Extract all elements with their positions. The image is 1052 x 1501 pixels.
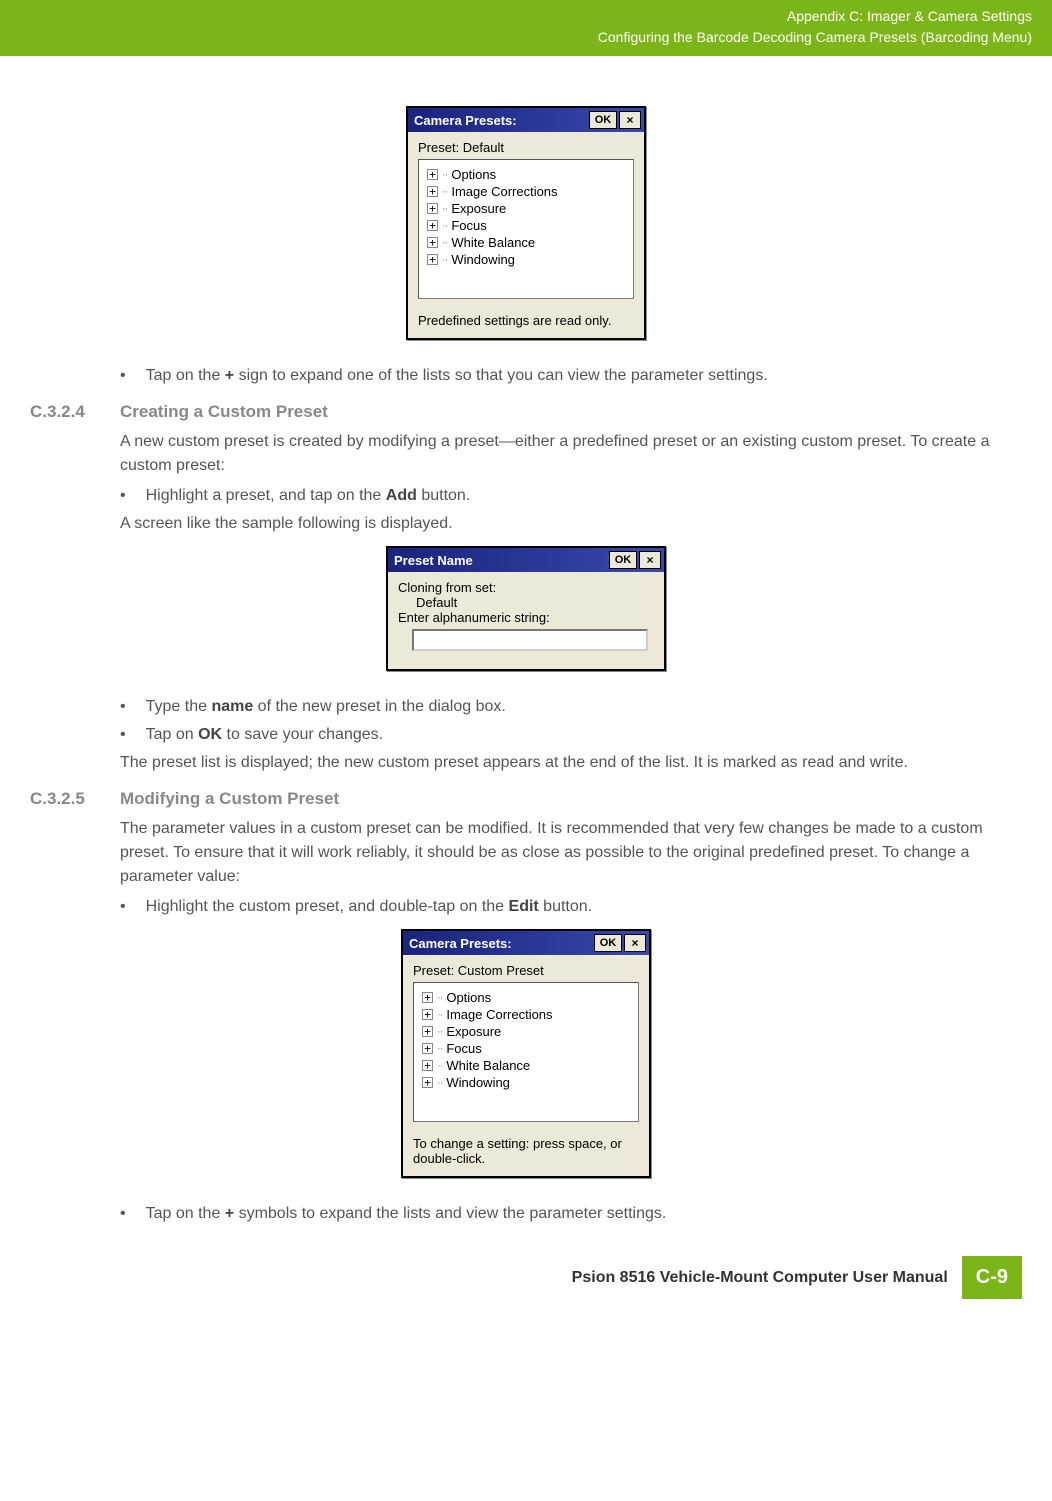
tree-item[interactable]: +··Windowing: [427, 251, 625, 268]
plus-icon[interactable]: +: [427, 220, 438, 231]
status-text: Predefined settings are read only.: [408, 307, 644, 338]
section-heading: C.3.2.5 Modifying a Custom Preset: [30, 789, 1022, 809]
cloning-label: Cloning from set:: [398, 580, 654, 595]
tree-item[interactable]: +··Exposure: [422, 1023, 630, 1040]
close-icon[interactable]: ×: [624, 934, 646, 952]
tree-item[interactable]: +··White Balance: [427, 234, 625, 251]
dialog-title: Camera Presets:: [414, 113, 517, 128]
enter-label: Enter alphanumeric string:: [398, 610, 654, 625]
tree-item[interactable]: +··Windowing: [422, 1074, 630, 1091]
close-icon[interactable]: ×: [639, 551, 661, 569]
tree-item[interactable]: +··Exposure: [427, 200, 625, 217]
bullet-item: • Tap on OK to save your changes.: [120, 723, 1022, 747]
plus-icon[interactable]: +: [422, 1043, 433, 1054]
camera-presets-dialog-1: Camera Presets: OK × Preset: Default +··…: [406, 106, 646, 340]
bullet-item: • Highlight a preset, and tap on the Add…: [120, 484, 1022, 508]
section-heading: C.3.2.4 Creating a Custom Preset: [30, 402, 1022, 422]
bullet-item: • Highlight the custom preset, and doubl…: [120, 895, 1022, 919]
tree-view[interactable]: +··Options +··Image Corrections +··Expos…: [413, 982, 639, 1122]
tree-view[interactable]: +··Options +··Image Corrections +··Expos…: [418, 159, 634, 299]
plus-icon[interactable]: +: [427, 186, 438, 197]
ok-button[interactable]: OK: [594, 934, 622, 952]
plus-icon[interactable]: +: [427, 169, 438, 180]
paragraph: A new custom preset is created by modify…: [120, 430, 1022, 478]
cloning-source: Default: [398, 595, 654, 610]
plus-icon[interactable]: +: [422, 1026, 433, 1037]
page-header: Appendix C: Imager & Camera Settings Con…: [0, 0, 1052, 56]
titlebar: Camera Presets: OK ×: [403, 931, 649, 955]
titlebar: Camera Presets: OK ×: [408, 108, 644, 132]
plus-icon[interactable]: +: [427, 254, 438, 265]
plus-icon[interactable]: +: [422, 1077, 433, 1088]
status-text: To change a setting: press space, or dou…: [403, 1130, 649, 1176]
plus-icon[interactable]: +: [422, 1060, 433, 1071]
tree-item[interactable]: +··Options: [422, 989, 630, 1006]
plus-icon[interactable]: +: [427, 203, 438, 214]
tree-item[interactable]: +··Focus: [422, 1040, 630, 1057]
page-footer: Psion 8516 Vehicle-Mount Computer User M…: [30, 1256, 1022, 1299]
dialog-title: Camera Presets:: [409, 936, 512, 951]
camera-presets-dialog-2: Camera Presets: OK × Preset: Custom Pres…: [401, 929, 651, 1178]
ok-button[interactable]: OK: [609, 551, 637, 569]
preset-label: Preset: Custom Preset: [413, 963, 639, 978]
header-line1: Appendix C: Imager & Camera Settings: [20, 6, 1032, 27]
plus-icon[interactable]: +: [422, 992, 433, 1003]
bullet-item: • Type the name of the new preset in the…: [120, 695, 1022, 719]
header-line2: Configuring the Barcode Decoding Camera …: [20, 27, 1032, 48]
plus-icon[interactable]: +: [427, 237, 438, 248]
paragraph: A screen like the sample following is di…: [120, 512, 1022, 536]
page-number: C-9: [962, 1256, 1022, 1299]
preset-name-input[interactable]: [412, 629, 648, 651]
footer-text: Psion 8516 Vehicle-Mount Computer User M…: [572, 1269, 948, 1287]
paragraph: The preset list is displayed; the new cu…: [120, 751, 1022, 775]
ok-button[interactable]: OK: [589, 111, 617, 129]
close-icon[interactable]: ×: [619, 111, 641, 129]
tree-item[interactable]: +··Options: [427, 166, 625, 183]
paragraph: The parameter values in a custom preset …: [120, 817, 1022, 889]
tree-item[interactable]: +··Focus: [427, 217, 625, 234]
tree-item[interactable]: +··Image Corrections: [422, 1006, 630, 1023]
plus-icon[interactable]: +: [422, 1009, 433, 1020]
titlebar: Preset Name OK ×: [388, 548, 664, 572]
tree-item[interactable]: +··Image Corrections: [427, 183, 625, 200]
bullet-item: • Tap on the + symbols to expand the lis…: [120, 1202, 1022, 1226]
dialog-title: Preset Name: [394, 553, 473, 568]
tree-item[interactable]: +··White Balance: [422, 1057, 630, 1074]
bullet-item: • Tap on the + sign to expand one of the…: [120, 364, 1022, 388]
preset-name-dialog: Preset Name OK × Cloning from set: Defau…: [386, 546, 666, 671]
preset-label: Preset: Default: [418, 140, 634, 155]
